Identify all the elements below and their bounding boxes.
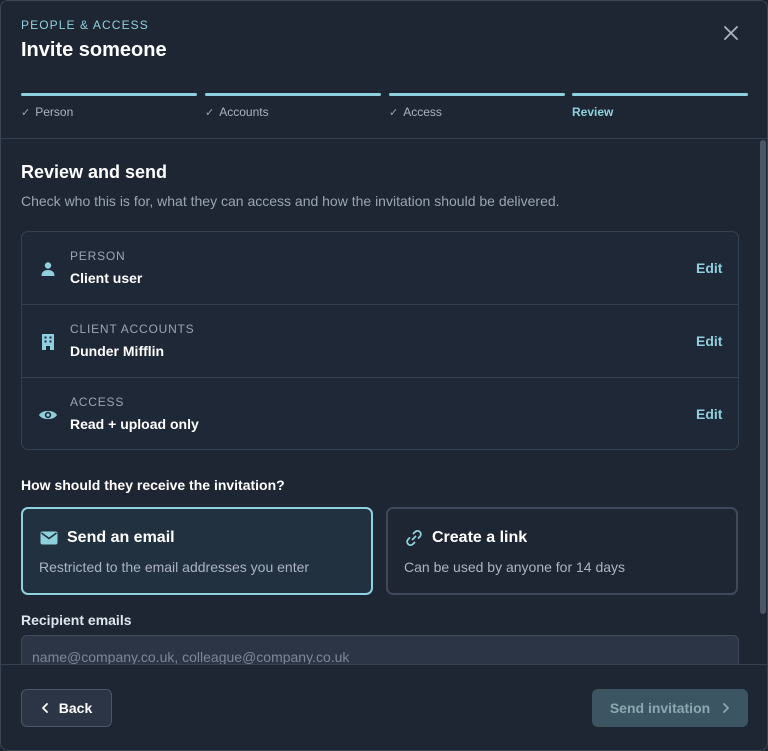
step-label: Access <box>403 105 442 119</box>
option-description: Restricted to the email addresses you en… <box>39 559 310 575</box>
link-icon <box>404 528 424 548</box>
option-title: Send an email <box>67 529 175 546</box>
chevron-right-icon <box>723 703 730 713</box>
envelope-icon <box>39 528 59 548</box>
check-icon: ✓ <box>389 106 399 119</box>
option-create-link[interactable]: Create a link Can be used by anyone for … <box>386 507 738 595</box>
stepper: ✓ Person ✓ Accounts ✓ Access Review <box>21 93 748 123</box>
recipient-emails-input[interactable] <box>21 635 739 664</box>
person-icon <box>38 259 58 279</box>
edit-person-link[interactable]: Edit <box>696 260 722 276</box>
step-person[interactable]: ✓ Person <box>21 93 197 119</box>
option-description: Can be used by anyone for 14 days <box>404 559 626 575</box>
summary-label: PERSON <box>70 249 126 263</box>
chevron-left-icon <box>41 703 48 713</box>
option-title: Create a link <box>432 529 528 546</box>
edit-accounts-link[interactable]: Edit <box>696 333 722 349</box>
step-accounts[interactable]: ✓ Accounts <box>205 93 381 119</box>
step-label: Accounts <box>219 105 269 119</box>
check-icon: ✓ <box>21 106 31 119</box>
summary-label: ACCESS <box>70 395 125 409</box>
review-summary: PERSON Client user Edit CLIENT ACCOUNTS … <box>21 231 739 450</box>
send-invitation-button[interactable]: Send invitation <box>592 689 748 727</box>
check-icon: ✓ <box>205 106 215 119</box>
dialog-eyebrow: PEOPLE & ACCESS <box>21 18 149 32</box>
section-description: Check who this is for, what they can acc… <box>21 193 560 209</box>
step-label: Person <box>35 105 74 119</box>
step-access[interactable]: ✓ Access <box>389 93 565 119</box>
close-button[interactable] <box>719 21 743 45</box>
dialog-body: Review and send Check who this is for, w… <box>1 140 767 664</box>
summary-row-access: ACCESS Read + upload only Edit <box>22 378 738 451</box>
scrollbar[interactable] <box>760 140 766 614</box>
section-title: Review and send <box>21 162 168 182</box>
step-progress-bar <box>572 93 748 96</box>
recipient-emails-label: Recipient emails <box>21 612 132 628</box>
send-label: Send invitation <box>609 700 711 716</box>
building-icon <box>38 332 58 352</box>
close-icon <box>724 26 738 40</box>
invite-dialog: PEOPLE & ACCESS Invite someone ✓ Person ✓… <box>0 0 768 751</box>
summary-label: CLIENT ACCOUNTS <box>70 322 195 336</box>
dialog-title: Invite someone <box>21 39 167 61</box>
option-send-email[interactable]: Send an email Restricted to the email ad… <box>21 507 373 595</box>
delivery-question: How should they receive the invitation? <box>21 477 285 493</box>
edit-access-link[interactable]: Edit <box>696 406 722 422</box>
step-progress-bar <box>389 93 565 96</box>
step-progress-bar <box>205 93 381 96</box>
dialog-footer: Back Send invitation <box>1 664 767 750</box>
step-label: Review <box>572 105 614 119</box>
step-progress-bar <box>21 93 197 96</box>
summary-row-person: PERSON Client user Edit <box>22 232 738 305</box>
summary-value: Client user <box>70 270 143 286</box>
summary-value: Read + upload only <box>70 416 199 432</box>
step-review[interactable]: Review <box>572 93 748 119</box>
summary-row-accounts: CLIENT ACCOUNTS Dunder Mifflin Edit <box>22 305 738 378</box>
summary-value: Dunder Mifflin <box>70 343 165 359</box>
dialog-header: PEOPLE & ACCESS Invite someone ✓ Person ✓… <box>1 1 767 139</box>
back-label: Back <box>58 700 93 716</box>
eye-icon <box>38 405 58 425</box>
back-button[interactable]: Back <box>21 689 112 727</box>
